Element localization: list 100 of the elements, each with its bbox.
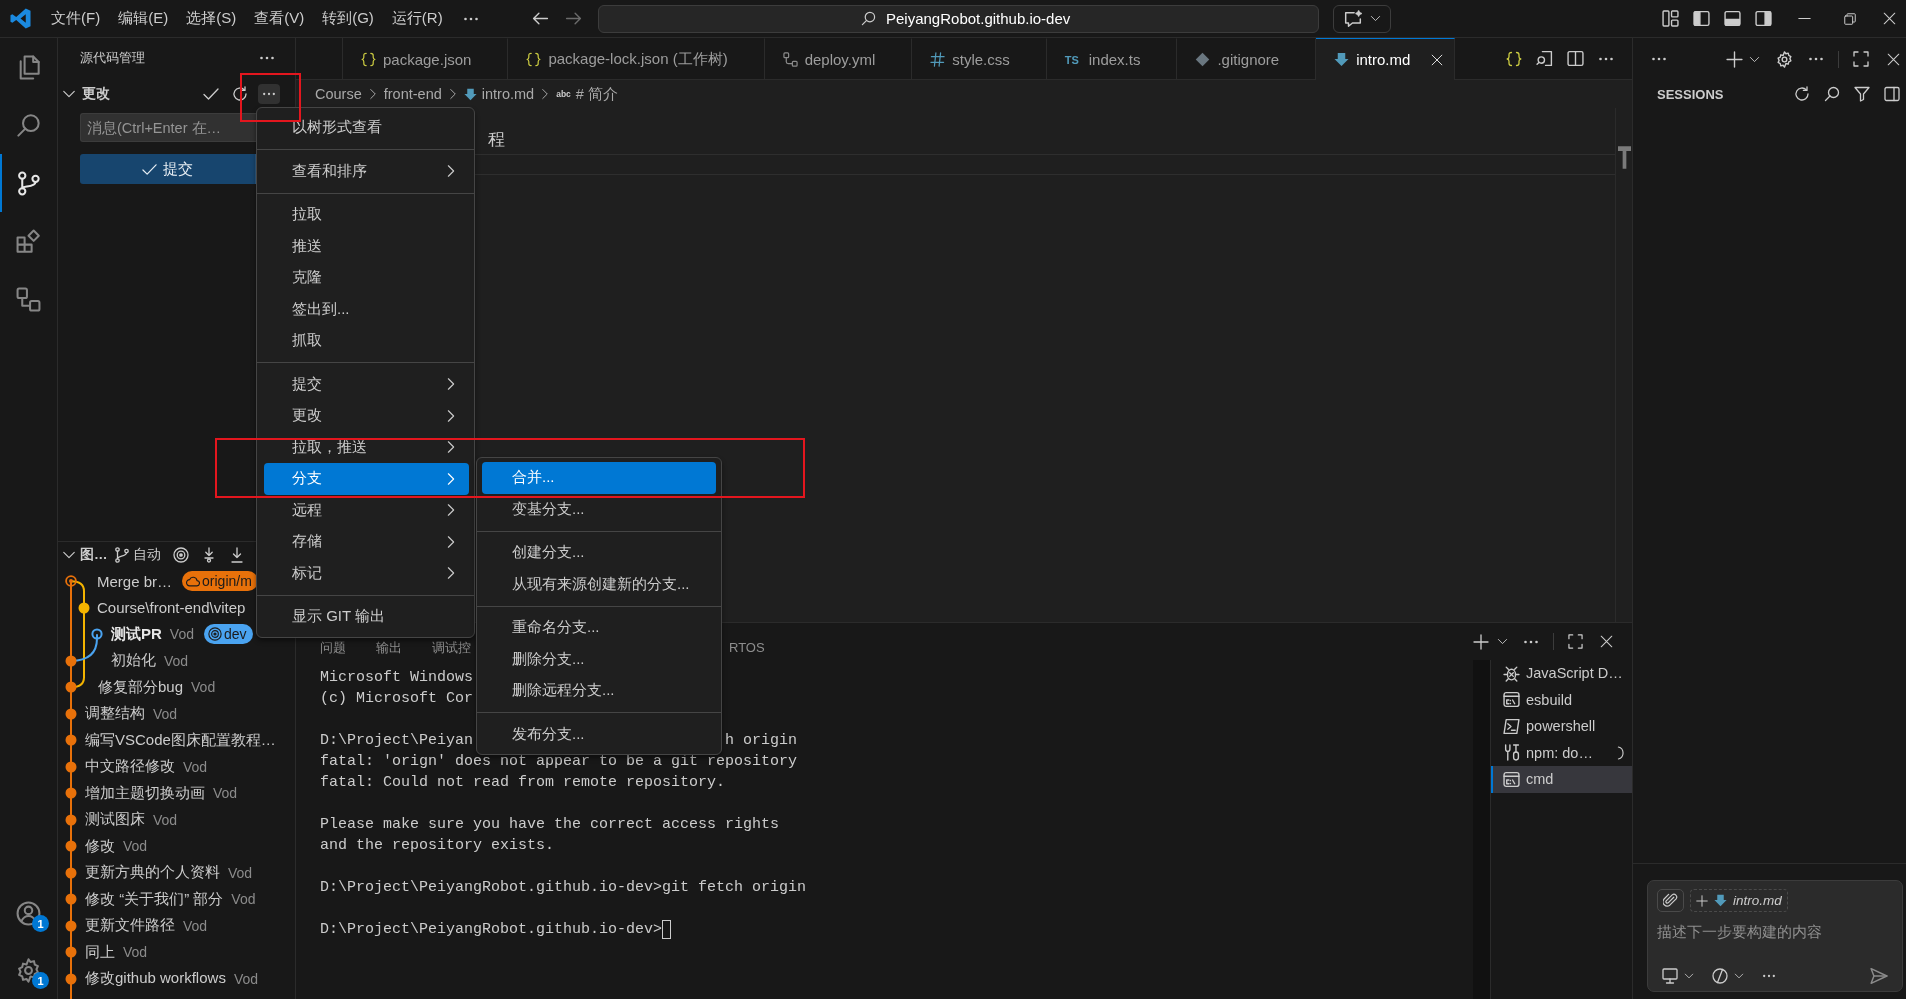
maximize-icon[interactable] (1853, 51, 1869, 67)
menu-item[interactable]: 标记 (264, 557, 469, 589)
menu-item[interactable]: 删除远程分支... (482, 675, 716, 707)
menu-item[interactable]: 查看(V) (254, 9, 305, 28)
chat-menu-button[interactable] (1333, 4, 1391, 33)
more-actions-button[interactable] (258, 84, 280, 104)
close-icon[interactable] (1600, 635, 1613, 648)
menu-item[interactable]: 从现有来源创建新的分支... (482, 568, 716, 600)
commit-message[interactable]: 调整结构 (85, 704, 145, 724)
breadcrumb-item[interactable]: front-end (383, 86, 442, 102)
editor-tab[interactable]: style.css (912, 38, 1047, 80)
menu-item[interactable]: 编辑(E) (118, 9, 169, 28)
menu-item[interactable]: 删除分支... (482, 643, 716, 675)
menu-item[interactable]: 拉取，推送 (264, 431, 469, 463)
refresh-icon[interactable] (232, 86, 248, 102)
search-icon[interactable] (1824, 86, 1840, 102)
commit-message[interactable]: 更新文件路径 (85, 916, 175, 936)
send-icon[interactable] (1870, 967, 1888, 985)
menu-item[interactable]: 重命名分支... (482, 612, 716, 644)
terminal-list-item[interactable]: esbuild (1491, 686, 1632, 713)
preview-icon[interactable] (1536, 50, 1553, 67)
editor-tab[interactable]: package.json (343, 38, 509, 80)
toggle-sidebar-icon[interactable] (1884, 86, 1900, 102)
editor-tab[interactable]: intro.md (1316, 38, 1456, 80)
menu-item[interactable]: 运行(R) (391, 9, 443, 28)
forward-arrow-icon[interactable] (565, 10, 582, 27)
menu-item[interactable]: 推送 (264, 230, 469, 262)
accounts-button[interactable]: 1 (0, 885, 57, 942)
monitor-icon[interactable] (1662, 968, 1678, 984)
menu-item[interactable]: 变基分支... (482, 493, 716, 525)
settings-button[interactable]: 1 (0, 942, 57, 999)
branch-picker[interactable]: 自动 (113, 546, 161, 564)
editor-tab[interactable]: package-lock.json (工作树) (508, 38, 765, 80)
refresh-icon[interactable] (1794, 86, 1810, 102)
check-icon[interactable] (203, 86, 219, 102)
close-icon[interactable] (1887, 52, 1900, 66)
terminal-list-item[interactable]: JavaScript D… (1491, 660, 1632, 687)
commit-message[interactable]: Merge br… (97, 572, 173, 590)
menu-item[interactable]: 存储 (264, 526, 469, 558)
menu-item[interactable]: 显示 GIT 输出 (264, 601, 469, 633)
commit-message[interactable]: 增加主题切换动画 (85, 783, 205, 803)
terminal-list-item[interactable]: cmd (1491, 766, 1632, 793)
panel-tab[interactable]: 调试控 (432, 638, 471, 658)
panel-tab[interactable]: 问题 (320, 638, 346, 658)
attach-button[interactable] (1657, 889, 1684, 912)
command-center[interactable]: PeiyangRobot.github.io-dev (598, 4, 1319, 33)
chevron-down-icon[interactable] (1684, 971, 1694, 981)
toggle-secondary-sidebar-icon[interactable] (1755, 10, 1772, 27)
panel-tab[interactable]: 输出 (376, 638, 402, 658)
menu-item[interactable]: 抓取 (264, 325, 469, 357)
menu-item[interactable]: 签出到... (264, 293, 469, 325)
model-icon[interactable] (1712, 968, 1728, 984)
layout-icon[interactable] (1662, 10, 1679, 27)
back-arrow-icon[interactable] (532, 10, 549, 27)
add-icon[interactable] (1726, 50, 1743, 68)
message-input[interactable]: 消息(Ctrl+Enter 在… (80, 113, 256, 142)
chevron-down-icon[interactable] (1734, 971, 1744, 981)
terminal-list-item[interactable]: npm: do… (1491, 739, 1632, 766)
menu-item[interactable]: 更改 (264, 400, 469, 432)
menu-item[interactable]: 提交 (264, 368, 469, 400)
maximize-icon[interactable] (1568, 634, 1583, 649)
commit-message[interactable]: 修改 (85, 836, 115, 856)
commit-message[interactable]: 修复部分bug (98, 677, 184, 697)
menu-item[interactable]: 远程 (264, 494, 469, 526)
menu-item[interactable]: 文件(F) (51, 9, 101, 28)
panel-tab[interactable]: RTOS (729, 640, 765, 656)
menu-item[interactable]: 拉取 (264, 199, 469, 231)
filter-icon[interactable] (1854, 86, 1870, 102)
menu-item[interactable]: 合并... (482, 462, 716, 494)
add-icon[interactable] (1473, 633, 1489, 650)
menu-item[interactable]: 发布分支... (482, 718, 716, 750)
chevron-down-icon[interactable] (1497, 636, 1508, 647)
commit-message[interactable]: 初始化 (111, 651, 156, 671)
commit-message[interactable]: 中文路径修改 (85, 757, 175, 777)
split-editor-icon[interactable] (1567, 50, 1584, 67)
commit-message[interactable]: 测试PR (111, 624, 162, 644)
breadcrumb-item[interactable]: # 简介 (575, 84, 618, 104)
breadcrumb-item[interactable]: intro.md (481, 86, 535, 102)
menu-item[interactable]: 选择(S) (186, 9, 237, 28)
restore-icon[interactable] (1844, 12, 1856, 25)
menu-item[interactable]: 创建分支... (482, 537, 716, 569)
menu-item[interactable]: 转到(G) (322, 9, 374, 28)
commit-message[interactable]: 编写VSCode图床配置教程… (85, 730, 276, 750)
toggle-panel-icon[interactable] (1724, 10, 1741, 27)
breadcrumb-item[interactable]: Course (315, 86, 362, 102)
menu-item[interactable]: 克隆 (264, 262, 469, 294)
section-title[interactable]: 图… (80, 546, 108, 564)
terminal-list-item[interactable]: powershell (1491, 713, 1632, 740)
commit-message[interactable]: Course\front-end\vitep (97, 599, 246, 617)
target-icon[interactable] (172, 547, 189, 563)
commit-message[interactable]: 测试图床 (85, 810, 145, 830)
menu-item[interactable]: 查看和排序 (264, 155, 469, 187)
commit-message[interactable]: 修改 “关于我们” 部分 (85, 889, 224, 909)
commit-message[interactable]: 修改github workflows (85, 969, 226, 989)
editor-tab[interactable]: deploy.yml (764, 38, 913, 80)
section-title[interactable]: 更改 (82, 85, 110, 103)
braces-icon[interactable] (1506, 50, 1522, 67)
commit-message[interactable]: 同上 (85, 942, 115, 962)
chat-input-field[interactable]: 描述下一步要构建的内容 (1657, 919, 1892, 943)
close-icon[interactable] (1883, 12, 1896, 25)
